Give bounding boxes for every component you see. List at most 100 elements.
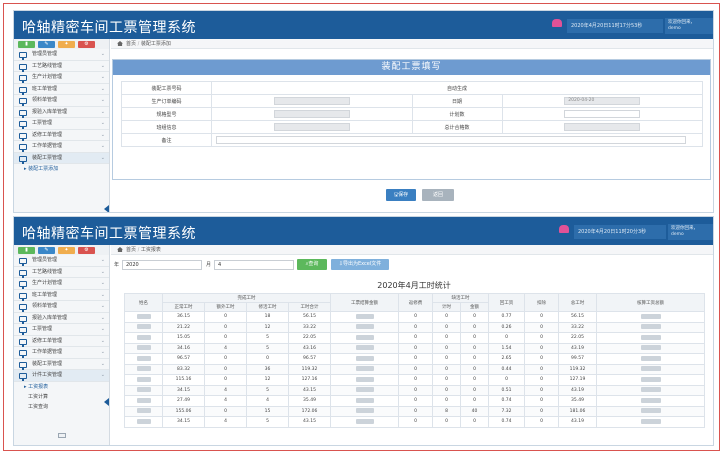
sidebar-item[interactable]: 工票管理 ⌄: [14, 118, 109, 130]
sidebar-item[interactable]: 管理员管理 ⌄: [14, 49, 109, 61]
app-title: 哈轴精密车间工票管理系统: [22, 226, 196, 242]
table-cell: 0: [460, 395, 489, 407]
sidebar-item[interactable]: 领料单管理 ⌄: [14, 301, 109, 313]
sidebar-item[interactable]: 领料单管理 ⌄: [14, 95, 109, 107]
sidebar-item[interactable]: 工作单据管理 ⌄: [14, 141, 109, 153]
name-cell: [124, 374, 163, 386]
breadcrumb-home[interactable]: 首页: [126, 247, 136, 253]
sidebar-item[interactable]: 生产计划管理 ⌄: [14, 72, 109, 84]
remark-input[interactable]: [216, 136, 686, 144]
table-cell: 172.06: [288, 405, 331, 417]
redacted-amount: [355, 334, 374, 340]
sidebar-item-label: 领料单管理: [32, 303, 58, 309]
scroll-up-button[interactable]: [58, 433, 66, 438]
sidebar-collapse-icon[interactable]: [104, 205, 109, 212]
plan-qty-input[interactable]: [564, 110, 641, 118]
sidebar-item[interactable]: 装配工票管理 ⌄: [14, 359, 109, 370]
monitor-icon: [19, 361, 27, 370]
chart-icon[interactable]: ▮: [18, 41, 35, 48]
sidebar-item[interactable]: 工作单据管理 ⌄: [14, 347, 109, 359]
sidebar-item[interactable]: 装配工票管理 ⌄: [14, 152, 109, 164]
date-input[interactable]: 2020-04-20: [564, 97, 641, 105]
breadcrumb-home[interactable]: 首页: [126, 41, 136, 47]
sidebar-item[interactable]: 计件工资管理 ⌄: [14, 370, 109, 382]
ticket-no-label: 装配工票号码: [121, 81, 212, 95]
sum-cell: [596, 321, 705, 333]
back-button[interactable]: 返回: [422, 189, 454, 201]
remark-label: 备注: [121, 133, 212, 147]
user-box[interactable]: 欢迎你回来， demo: [668, 224, 713, 240]
amount-cell: [330, 321, 399, 333]
chevron-down-icon: ⌄: [100, 154, 105, 161]
table-cell: 35.49: [558, 395, 597, 407]
pencil-icon[interactable]: ✎: [38, 41, 55, 48]
bell-icon[interactable]: [559, 225, 569, 233]
table-cell: 5: [246, 384, 289, 396]
table-cell: 0.74: [488, 416, 525, 428]
chart-icon[interactable]: ▮: [18, 247, 35, 254]
table-row: 21.22 0 12 33.22 0 0 0 0.26 0 33.22: [124, 321, 705, 333]
sidebar-item[interactable]: 报验入库单管理 ⌄: [14, 107, 109, 118]
amount-cell: [330, 332, 399, 344]
monitor-icon: [19, 98, 27, 106]
table-cell: 4: [204, 384, 247, 396]
sidebar-item[interactable]: 返修工单管理 ⌄: [14, 336, 109, 347]
col-money: 金额: [460, 302, 489, 312]
table-cell: 8: [432, 405, 461, 417]
export-excel-button[interactable]: ⇩导出为Excel文件: [331, 259, 389, 270]
bell-icon[interactable]: [552, 19, 562, 27]
sidebar-collapse-icon[interactable]: [104, 398, 109, 406]
user-box[interactable]: 欢迎你回来， demo: [665, 18, 713, 34]
sidebar-item[interactable]: 生产计划管理 ⌄: [14, 278, 109, 290]
month-input[interactable]: 4: [214, 260, 294, 270]
redacted-sum: [640, 376, 661, 382]
sidebar-item-label: 班工单管理: [32, 85, 58, 92]
spec-input[interactable]: [273, 110, 350, 118]
table-cell: 0: [460, 416, 489, 428]
amount-cell: [330, 374, 399, 386]
query-button[interactable]: ⌕查询: [297, 259, 327, 270]
team-input[interactable]: [273, 123, 350, 131]
table-cell: 36.15: [162, 311, 205, 323]
gear-icon[interactable]: ⚙: [78, 247, 95, 254]
sidebar-item[interactable]: 班工单管理 ⌄: [14, 290, 109, 301]
table-cell: 43.15: [288, 416, 331, 428]
monitor-icon: [19, 338, 27, 347]
users-icon[interactable]: ✦: [58, 41, 75, 48]
sidebar-item-label: 工艺路线管理: [32, 62, 63, 69]
pencil-icon[interactable]: ✎: [38, 247, 55, 254]
order-code-input[interactable]: [273, 97, 350, 105]
table-cell: 83.32: [162, 363, 205, 375]
sidebar-subitem[interactable]: ▸ 工资报表: [14, 382, 109, 392]
sidebar-subitem[interactable]: 工资计算: [14, 392, 109, 402]
sidebar-item[interactable]: 报验入库单管理 ⌄: [14, 313, 109, 324]
sidebar-subitem-add-assembly-ticket[interactable]: ▸ 装配工票添加: [14, 164, 109, 174]
breadcrumb-current: 工资报表: [140, 247, 161, 253]
sidebar-item-label: 生产计划管理: [32, 74, 63, 80]
save-label: 保存: [398, 192, 409, 198]
sum-cell: [596, 374, 705, 386]
sidebar-item[interactable]: 工艺路线管理 ⌄: [14, 61, 109, 72]
sidebar-item[interactable]: 工艺路线管理 ⌄: [14, 267, 109, 278]
home-icon: [117, 247, 123, 252]
year-input[interactable]: 2020: [122, 260, 202, 270]
sidebar-item[interactable]: 班工单管理 ⌄: [14, 84, 109, 95]
qualified-total-input[interactable]: [564, 123, 641, 131]
table-cell: 4: [204, 416, 247, 428]
sidebar-item[interactable]: 工票管理 ⌄: [14, 324, 109, 336]
gear-icon[interactable]: ⚙: [78, 41, 95, 48]
sidebar-item-label: 装配工票管理: [32, 360, 63, 367]
users-icon[interactable]: ✦: [58, 247, 75, 254]
sidebar-item[interactable]: 返修工单管理 ⌄: [14, 130, 109, 141]
save-button[interactable]: 🖫保存: [386, 189, 416, 201]
table-cell: 2.65: [488, 353, 525, 365]
sidebar-item[interactable]: 管理员管理 ⌄: [14, 255, 109, 267]
table-cell: 0: [398, 405, 433, 417]
sidebar-subitem-label: 工资计算: [28, 393, 49, 400]
chevron-down-icon: ⌄: [100, 360, 105, 367]
sidebar-item-label: 工作单据管理: [32, 349, 63, 355]
table-cell: 56.15: [558, 311, 597, 323]
monitor-icon: [19, 52, 27, 60]
monitor-icon: [19, 258, 27, 266]
sidebar-subitem[interactable]: 工资查询: [14, 402, 109, 412]
